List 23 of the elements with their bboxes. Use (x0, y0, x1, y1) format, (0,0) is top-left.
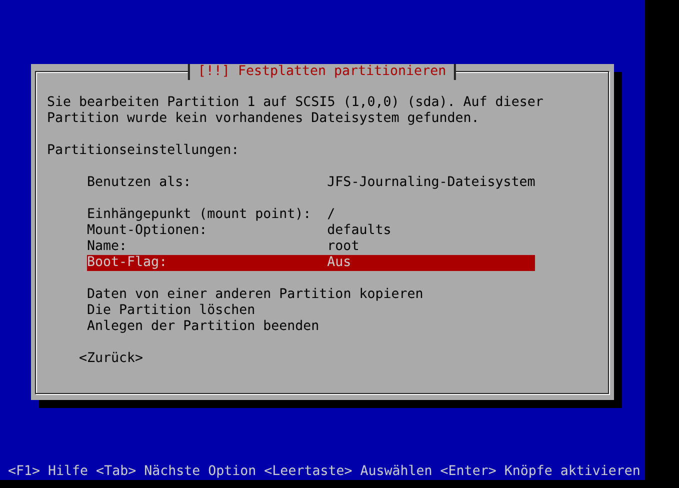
menu-action[interactable]: Daten von einer anderen Partition kopieren (87, 287, 424, 302)
setting-value: root (327, 239, 360, 255)
setting-value: / (327, 207, 336, 223)
setting-value: Aus (327, 255, 352, 271)
setting-label: Mount-Optionen: (87, 223, 208, 239)
menu-action[interactable]: Die Partition löschen (87, 303, 256, 318)
setting-row[interactable]: Name: root (87, 239, 536, 255)
setting-label: Benutzen als: (87, 175, 192, 191)
back-button[interactable]: <Zurück> (79, 351, 144, 366)
setting-label: Einhängepunkt (mount point): (87, 207, 312, 223)
dialog-title: [!!] Festplatten partitionieren (188, 64, 456, 80)
setting-row[interactable]: Einhängepunkt (mount point): / (87, 207, 536, 223)
setting-row[interactable]: Mount-Optionen: defaults (87, 223, 536, 239)
keyboard-hint-text: <F1> Hilfe <Tab> Nächste Option <Leertaste> Auswählen <Enter> Knöpfe aktivieren (7, 464, 642, 480)
setting-value: JFS-Journaling-Dateisystem (327, 175, 536, 191)
setting-label: Boot-Flag: (87, 255, 168, 271)
section-label: Partitionseinstellungen: (47, 143, 240, 159)
setting-value: defaults (327, 223, 392, 239)
setting-row[interactable]: Benutzen als: JFS-Journaling-Dateisystem (87, 175, 536, 191)
description-text: Sie bearbeiten Partition 1 auf SCSI5 (1,0,0) (sda). Auf dieser Partition wurde kein vorhandenes Dateisystem gefunden. (47, 95, 544, 127)
setting-label: Name: (87, 239, 128, 255)
setting-row[interactable]: Boot-Flag: Aus (87, 255, 536, 271)
menu-action[interactable]: Anlegen der Partition beenden (87, 319, 320, 334)
